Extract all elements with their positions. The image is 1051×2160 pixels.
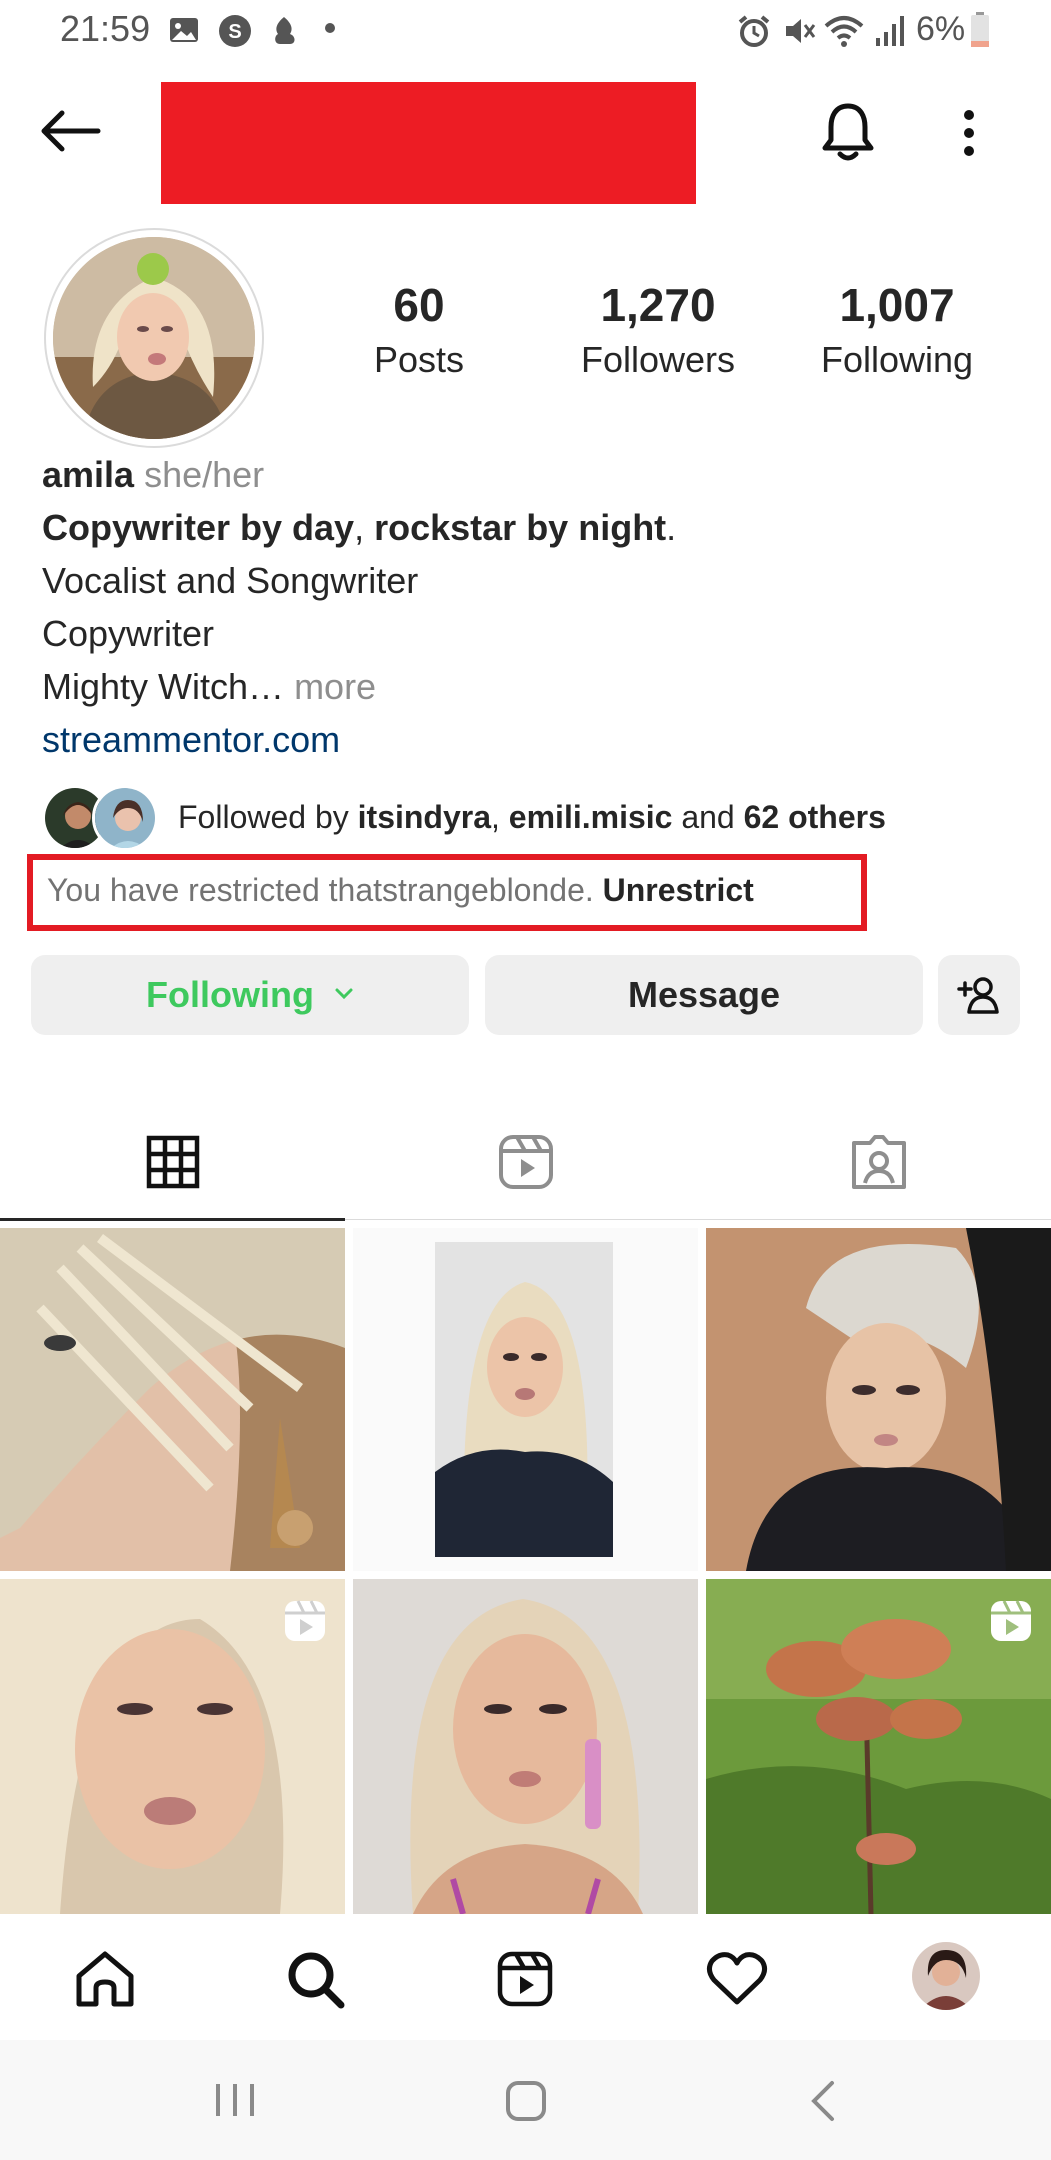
bio-line-4-text: Mighty Witch…: [42, 666, 285, 707]
post-tile-4[interactable]: [0, 1579, 345, 1914]
bio-bold-a: Copywriter by day: [42, 507, 355, 548]
tab-grid[interactable]: [0, 1105, 345, 1221]
reel-badge-icon: [285, 1600, 325, 1641]
battery-icon: [971, 12, 989, 47]
following-count: 1,007: [839, 279, 955, 331]
tab-reels[interactable]: [353, 1105, 698, 1220]
reels-icon: [499, 1135, 553, 1189]
unrestrict-link[interactable]: Unrestrict: [603, 872, 754, 908]
followed-sep: ,: [491, 799, 509, 835]
following-label: Following: [820, 338, 974, 380]
kebab-menu-icon[interactable]: [960, 108, 978, 158]
bio-sep: ,: [354, 507, 375, 548]
arrow-left-icon[interactable]: [40, 110, 102, 152]
followed-user-1[interactable]: itsindyra: [358, 799, 491, 835]
following-button[interactable]: Following: [31, 955, 469, 1035]
add-user-icon: [957, 977, 999, 1014]
followed-and: and: [672, 799, 744, 835]
bio-line-1: Copywriter by day, rockstar by night.: [42, 501, 1022, 554]
restrict-notice-highlight: You have restricted thatstrangeblonde. U…: [27, 854, 867, 931]
profile-top-bar: [0, 62, 1051, 212]
follower-avatar-2: [92, 785, 158, 851]
stat-posts[interactable]: 60 Posts: [319, 280, 519, 381]
heart-icon[interactable]: [706, 1950, 768, 2006]
status-time: 21:59: [60, 8, 151, 49]
home-button-icon[interactable]: [505, 2080, 547, 2122]
stat-followers[interactable]: 1,270 Followers: [558, 280, 758, 381]
bio-line-4: Mighty Witch… more: [42, 660, 1022, 713]
search-icon[interactable]: [286, 1950, 346, 2010]
followers-label: Followers: [580, 338, 736, 380]
profile-pronouns: she/her: [144, 454, 265, 495]
notification-icon: [275, 17, 295, 44]
restrict-notice: You have restricted thatstrangeblonde. U…: [47, 872, 754, 909]
profile-website-link[interactable]: streammentor.com: [42, 713, 1022, 766]
bio-bold-b: rockstar by night: [374, 507, 667, 548]
post-tile-2[interactable]: [353, 1228, 698, 1571]
mute-icon: [786, 19, 816, 43]
username-redaction: [161, 82, 696, 204]
bio-line-3: Copywriter: [42, 613, 215, 654]
followed-others[interactable]: 62 others: [744, 799, 886, 835]
bio-end: .: [666, 507, 677, 548]
bio-more-link[interactable]: more: [294, 666, 376, 707]
stat-following[interactable]: 1,007 Following: [797, 280, 997, 381]
followed-by-row[interactable]: Followed by itsindyra, emili.misic and 6…: [42, 785, 1032, 851]
tab-tagged[interactable]: [706, 1105, 1051, 1220]
post-tile-1[interactable]: [0, 1228, 345, 1571]
battery-percent: 6%: [916, 10, 966, 48]
active-tab-indicator: [0, 1218, 345, 1221]
alarm-icon: [738, 15, 770, 47]
chevron-down-icon: [335, 988, 353, 1000]
profile-bio: amila she/her Copywriter by day, rocksta…: [42, 448, 1022, 766]
followed-prefix: Followed by: [178, 799, 358, 835]
posts-label: Posts: [373, 338, 465, 380]
posts-count: 60: [393, 279, 445, 331]
recent-apps-icon[interactable]: [214, 2082, 256, 2118]
post-tile-3[interactable]: [706, 1228, 1051, 1571]
bio-line-2: Vocalist and Songwriter: [42, 560, 419, 601]
tagged-icon: [852, 1135, 906, 1189]
system-nav-bar: [0, 2040, 1051, 2160]
gallery-icon: [170, 18, 198, 42]
followed-user-2[interactable]: emili.misic: [509, 799, 673, 835]
bell-icon[interactable]: [820, 100, 876, 162]
svg-text:S: S: [228, 21, 241, 43]
profile-tabs: [0, 1105, 1051, 1221]
message-label: Message: [627, 974, 781, 1015]
following-label: Following: [146, 974, 314, 1015]
home-icon[interactable]: [74, 1950, 136, 2008]
reels-nav-icon[interactable]: [496, 1950, 554, 2008]
back-button-icon[interactable]: [808, 2080, 836, 2122]
wifi-icon: [824, 16, 864, 47]
grid-icon: [146, 1135, 200, 1189]
followed-by-text: Followed by itsindyra, emili.misic and 6…: [178, 799, 886, 836]
post-tile-5[interactable]: [353, 1579, 698, 1914]
restrict-text: You have restricted thatstrangeblonde.: [47, 872, 603, 908]
signal-icon: [876, 16, 904, 46]
profile-screen: 21:59 S 6% 60 Posts 1,270 Followers 1,00…: [0, 0, 1051, 2160]
post-tile-6[interactable]: [706, 1579, 1051, 1914]
profile-avatar[interactable]: [53, 237, 255, 439]
message-button[interactable]: Message: [485, 955, 923, 1035]
bottom-nav: [0, 1914, 1051, 2040]
profile-name: amila: [42, 454, 135, 495]
suggested-users-button[interactable]: [938, 955, 1020, 1035]
status-bar: 21:59 S 6%: [0, 0, 1051, 62]
profile-nav-avatar[interactable]: [912, 1942, 980, 2010]
reel-badge-icon: [991, 1600, 1031, 1641]
followers-count: 1,270: [600, 279, 716, 331]
dot-icon: [325, 23, 335, 33]
s-app-icon: S: [219, 15, 251, 47]
name-line: amila she/her: [42, 448, 1022, 501]
